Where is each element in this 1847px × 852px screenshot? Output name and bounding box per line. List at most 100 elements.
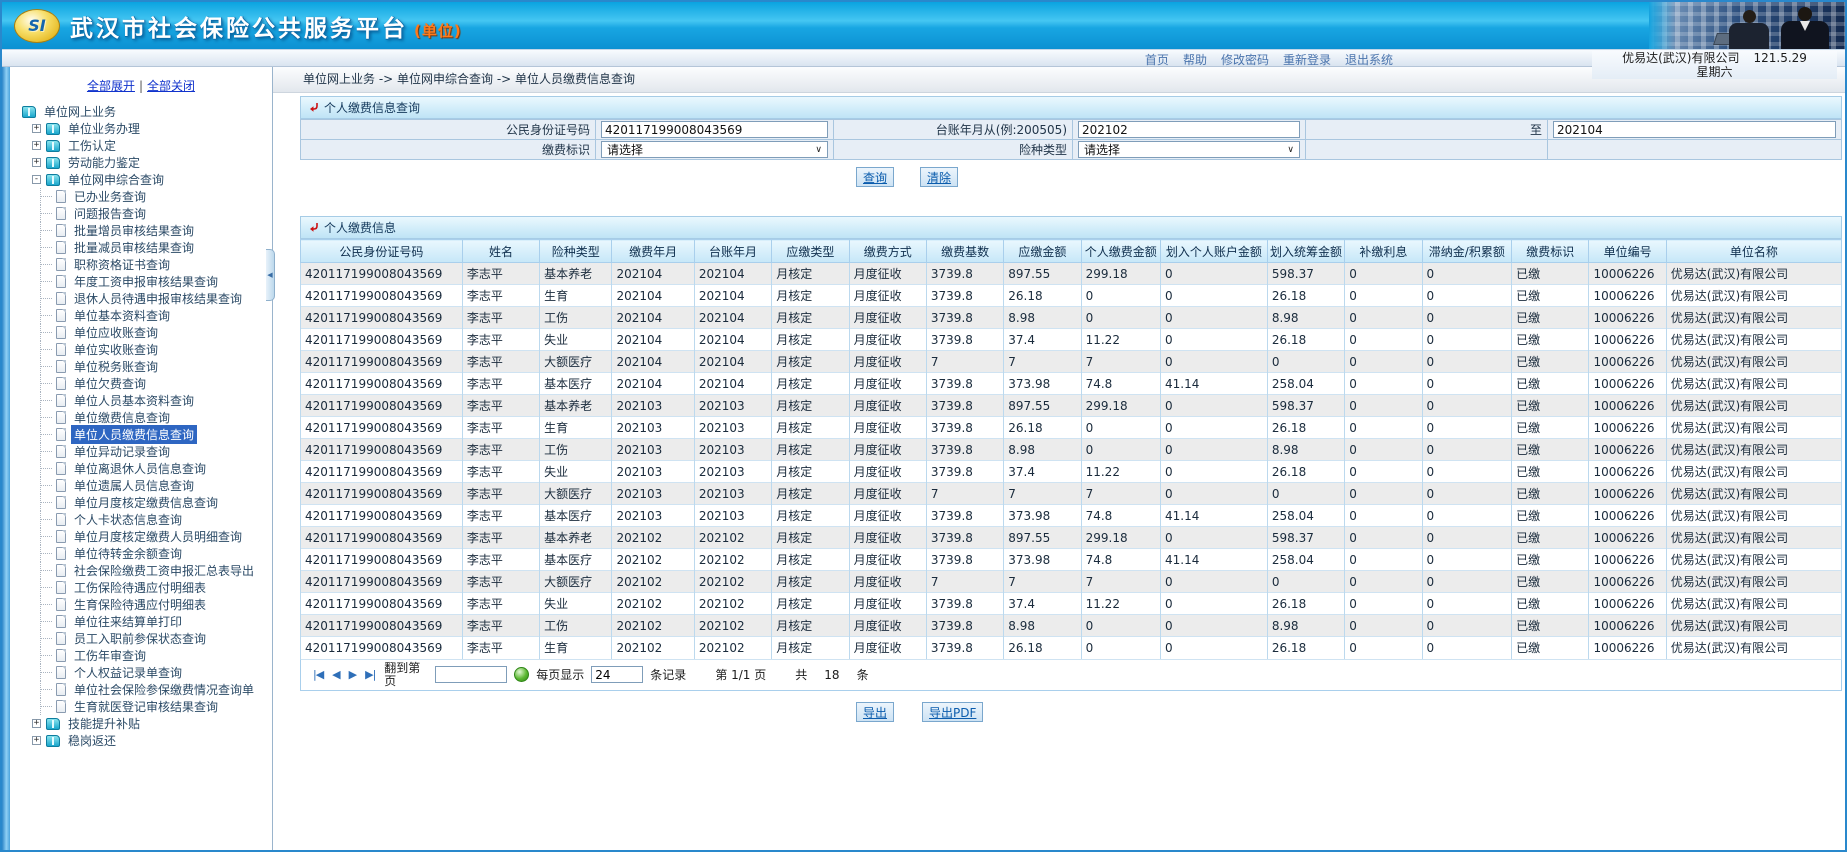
table-cell: 420117199008043569 [301,461,463,483]
period-from-input[interactable] [1078,121,1300,138]
sidebar-item[interactable]: 工伤保险待遇应付明细表 [10,579,272,596]
sidebar-item[interactable]: 单位异动记录查询 [10,443,272,460]
table-cell: 202103 [612,417,694,439]
table-cell: 0 [1345,549,1422,571]
sidebar-item[interactable]: 工伤年审查询 [10,647,272,664]
sidebar-item[interactable]: 员工入职前参保状态查询 [10,630,272,647]
period-to-input[interactable] [1553,121,1836,138]
sidebar-item[interactable]: 单位离退休人员信息查询 [10,460,272,477]
export-pdf-button[interactable]: 导出PDF [922,702,983,722]
sidebar-item[interactable]: 单位月度核定缴费人员明细查询 [10,528,272,545]
sidebar-item[interactable]: 批量减员审核结果查询 [10,239,272,256]
prev-page-icon[interactable]: ◀ [332,668,339,681]
sidebar-branch[interactable]: +单位业务办理 [10,120,272,137]
sidebar-item[interactable]: 单位人员基本资料查询 [10,392,272,409]
table-cell: 202102 [612,637,694,659]
collapse-all-link[interactable]: 全部关闭 [147,79,195,93]
sidebar-branch[interactable]: +劳动能力鉴定 [10,154,272,171]
id-number-input[interactable] [601,121,828,138]
document-icon [56,530,66,543]
sidebar-item[interactable]: 单位缴费信息查询 [10,409,272,426]
expand-node-icon[interactable]: + [32,719,41,728]
table-cell: 月核定 [772,395,849,417]
sidebar-item[interactable]: 年度工资申报审核结果查询 [10,273,272,290]
table-cell: 优易达(武汉)有限公司 [1666,351,1841,373]
table-cell: 0 [1422,373,1512,395]
per-page-input[interactable] [591,666,643,683]
sidebar-item[interactable]: 单位月度核定缴费信息查询 [10,494,272,511]
table-cell: 已缴 [1512,637,1589,659]
table-cell: 月度征收 [849,549,926,571]
sidebar-item[interactable]: 单位社会保险参保缴费情况查询单 [10,681,272,698]
table-cell: 7 [926,483,1003,505]
last-page-icon[interactable]: ▶| [365,668,375,681]
table-cell: 月度征收 [849,615,926,637]
goto-page-input[interactable] [435,666,507,683]
next-page-icon[interactable]: ▶ [349,668,356,681]
insurance-type-select[interactable]: 请选择 ∨ [1078,141,1300,158]
sidebar-item[interactable]: 个人权益记录单查询 [10,664,272,681]
sidebar-item-label[interactable]: 稳岗返还 [65,731,119,750]
nav-link-home[interactable]: 首页 [1145,51,1169,68]
header-photo [1649,2,1845,49]
document-icon [56,547,66,560]
sidebar-item[interactable]: 社会保险缴费工资申报汇总表导出 [10,562,272,579]
sidebar-item[interactable]: 已办业务查询 [10,188,272,205]
export-button[interactable]: 导出 [856,702,894,722]
sidebar-item[interactable]: 单位往来结算单打印 [10,613,272,630]
sidebar-item[interactable]: 单位基本资料查询 [10,307,272,324]
query-button[interactable]: 查询 [856,167,894,187]
sidebar-branch[interactable]: +工伤认定 [10,137,272,154]
table-cell: 10006226 [1589,285,1666,307]
expand-node-icon[interactable]: + [32,158,41,167]
sidebar-root[interactable]: 单位网上业务 [10,103,272,120]
go-page-button[interactable] [514,667,529,682]
table-cell: 已缴 [1512,263,1589,285]
sidebar-item[interactable]: 批量增员审核结果查询 [10,222,272,239]
sidebar-item[interactable]: 单位待转金余额查询 [10,545,272,562]
expand-node-icon[interactable]: + [32,124,41,133]
sidebar-collapse-handle[interactable]: ◀ [266,249,275,301]
table-cell: 420117199008043569 [301,549,463,571]
sidebar-item[interactable]: 单位人员缴费信息查询 [10,426,272,443]
sidebar-branch[interactable]: + 稳岗返还 [10,732,272,749]
sidebar-item[interactable]: 生育就医登记审核结果查询 [10,698,272,715]
company-name: 优易达(武汉)有限公司 [1622,51,1739,65]
clear-button[interactable]: 清除 [920,167,958,187]
expand-node-icon[interactable]: + [32,736,41,745]
collapse-node-icon[interactable]: - [32,175,41,184]
session-info: 优易达(武汉)有限公司 121.5.29 星期六 [1592,51,1837,79]
sidebar-branch[interactable]: +技能提升补贴 [10,715,272,732]
sidebar-item[interactable]: 单位遗属人员信息查询 [10,477,272,494]
tree-controls-separator: | [139,79,143,93]
table-cell: 月度征收 [849,263,926,285]
expand-node-icon[interactable]: + [32,141,41,150]
sidebar-item[interactable]: 单位实收账查询 [10,341,272,358]
sidebar-item[interactable]: 问题报告查询 [10,205,272,222]
nav-link-help[interactable]: 帮助 [1183,51,1207,68]
nav-link-logout[interactable]: 退出系统 [1345,51,1393,68]
first-page-icon[interactable]: |◀ [313,668,323,681]
table-cell: 202104 [694,351,771,373]
sidebar-item[interactable]: 个人卡状态信息查询 [10,511,272,528]
nav-link-change-password[interactable]: 修改密码 [1221,51,1269,68]
table-cell: 37.4 [1004,329,1081,351]
pay-flag-select[interactable]: 请选择 ∨ [601,141,828,158]
sidebar-item[interactable]: 单位应收账查询 [10,324,272,341]
sidebar-item[interactable]: 单位欠费查询 [10,375,272,392]
sidebar-branch[interactable]: -单位网申综合查询 [10,171,272,188]
table-cell: 大额医疗 [540,483,612,505]
nav-link-relogin[interactable]: 重新登录 [1283,51,1331,68]
document-icon [56,649,66,662]
sidebar-item[interactable]: 职称资格证书查询 [10,256,272,273]
table-cell: 373.98 [1004,373,1081,395]
table-cell: 3739.8 [926,549,1003,571]
sidebar-item[interactable]: 生育保险待遇应付明细表 [10,596,272,613]
document-icon [56,292,66,305]
document-icon [56,632,66,645]
table-cell: 7 [926,351,1003,373]
sidebar-item[interactable]: 单位税务账查询 [10,358,272,375]
sidebar-item[interactable]: 退休人员待遇申报审核结果查询 [10,290,272,307]
expand-all-link[interactable]: 全部展开 [87,79,135,93]
table-row: 420117199008043569李志平工伤202102202102月核定月度… [301,615,1842,637]
